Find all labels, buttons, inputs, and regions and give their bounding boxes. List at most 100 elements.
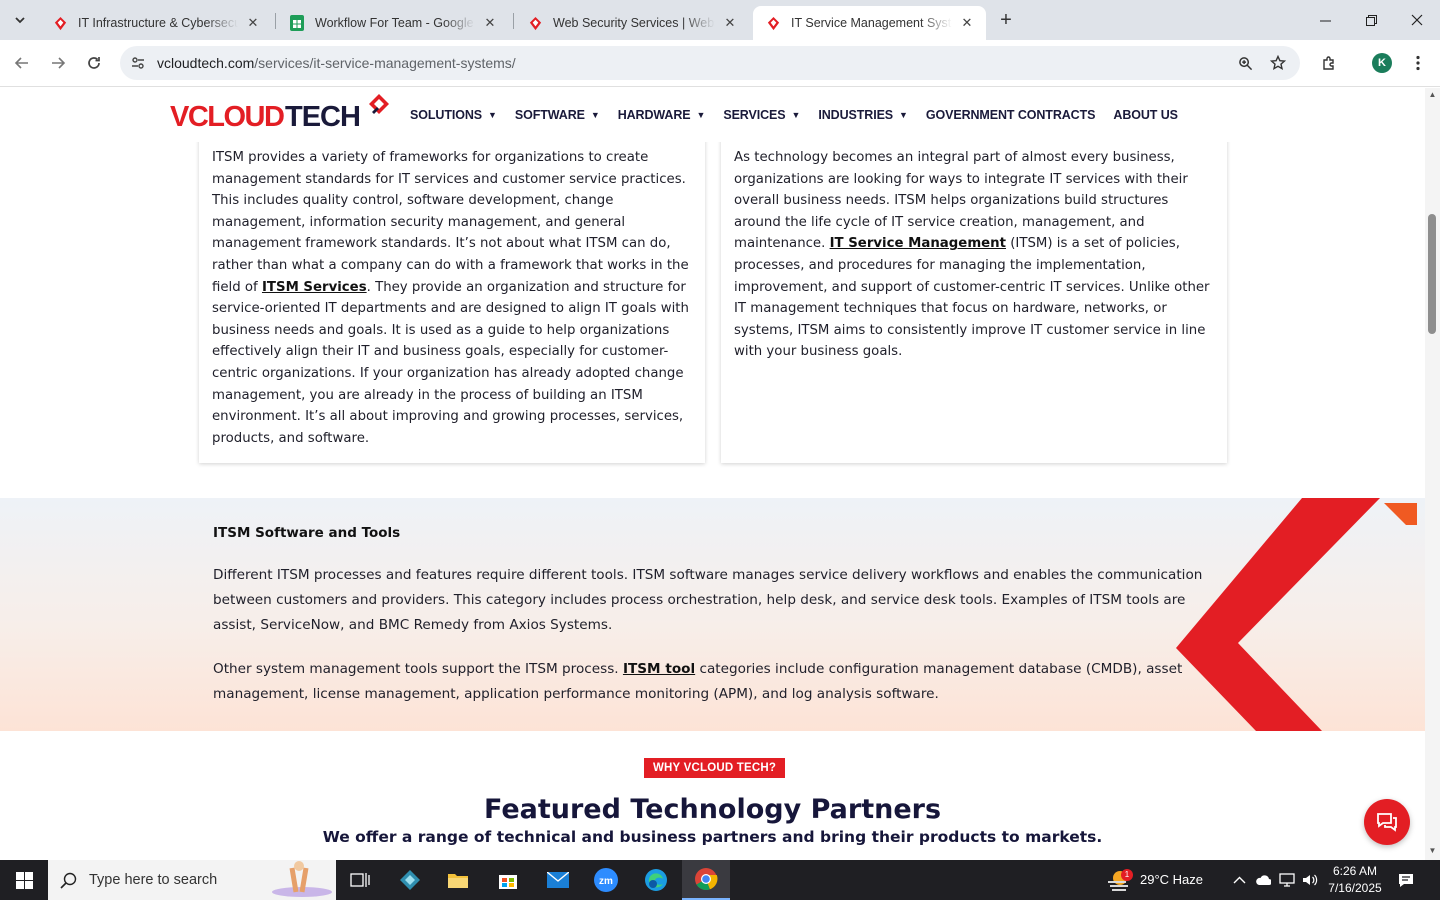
taskbar-zoom[interactable]: zm xyxy=(582,860,630,900)
partners-subtitle: We offer a range of technical and busine… xyxy=(322,828,1103,846)
reload-button[interactable] xyxy=(80,49,108,77)
partners-title: Featured Technology Partners xyxy=(483,794,942,825)
caret-down-icon: ▼ xyxy=(488,110,497,120)
minimize-button[interactable] xyxy=(1302,0,1348,40)
card-text-part: ITSM provides a variety of frameworks fo… xyxy=(212,150,689,295)
close-tab-icon[interactable]: ✕ xyxy=(244,14,262,32)
close-window-button[interactable] xyxy=(1394,0,1440,40)
arrow-right-icon xyxy=(52,57,66,69)
tab-itsm-active[interactable]: IT Service Management Systems ✕ xyxy=(753,6,986,40)
nav-label: SOFTWARE xyxy=(514,108,585,122)
close-tab-icon[interactable]: ✕ xyxy=(958,14,976,32)
bookmark-star-icon[interactable] xyxy=(1268,53,1288,73)
restore-icon xyxy=(1365,14,1377,26)
taskbar-search-box[interactable]: Type here to search xyxy=(48,860,336,900)
tab-it-infrastructure[interactable]: IT Infrastructure & Cybersecurity ✕ xyxy=(40,6,272,40)
url-path: /services/it-service-management-systems/ xyxy=(254,55,516,71)
card-text: ITSM provides a variety of frameworks fo… xyxy=(212,147,694,449)
site-logo[interactable]: VCLOUD TECH xyxy=(168,92,393,136)
nav-label: SERVICES xyxy=(723,108,786,122)
search-placeholder: Type here to search xyxy=(89,872,218,888)
taskbar-clock[interactable]: 6:26 AM 7/16/2025 xyxy=(1326,863,1384,897)
start-button[interactable] xyxy=(0,860,48,900)
close-tab-icon[interactable]: ✕ xyxy=(481,14,499,32)
scroll-up-arrow-icon[interactable]: ▲ xyxy=(1428,90,1437,99)
task-view-button[interactable] xyxy=(336,860,384,900)
tab-search-button[interactable] xyxy=(6,6,34,34)
close-icon xyxy=(1411,14,1423,26)
section-heading: ITSM Software and Tools xyxy=(213,525,401,541)
logo-diamond-icon xyxy=(369,94,389,114)
minimize-icon xyxy=(1319,20,1331,21)
main-navigation: SOLUTIONS ▼ SOFTWARE ▼ HARDWARE ▼ SERVICES ▼… xyxy=(410,108,1196,122)
itsm-overview-card: As technology becomes an integral part o… xyxy=(721,128,1227,463)
tab-google-sheets[interactable]: Workflow For Team - Google Sheets ✕ xyxy=(277,6,509,40)
nav-software[interactable]: SOFTWARE ▼ xyxy=(515,108,600,122)
tab-title: IT Infrastructure & Cybersecurity xyxy=(78,16,238,30)
forward-button[interactable] xyxy=(44,49,72,77)
network-icon[interactable] xyxy=(1279,872,1295,888)
new-tab-button[interactable]: + xyxy=(994,8,1018,32)
taskbar-file-explorer[interactable] xyxy=(434,860,482,900)
nav-about-us[interactable]: ABOUT US xyxy=(1113,108,1178,122)
nav-government-contracts[interactable]: GOVERNMENT CONTRACTS xyxy=(926,108,1096,122)
task-view-icon xyxy=(350,873,370,887)
tab-separator xyxy=(275,13,276,29)
back-button[interactable] xyxy=(8,49,36,77)
nav-solutions[interactable]: SOLUTIONS ▼ xyxy=(410,108,497,122)
address-bar[interactable]: vcloudtech.com/services/it-service-manag… xyxy=(120,46,1300,80)
site-info-icon[interactable] xyxy=(128,53,148,73)
profile-avatar[interactable]: K xyxy=(1372,53,1392,73)
caret-down-icon: ▼ xyxy=(590,110,600,120)
it-service-management-link[interactable]: IT Service Management xyxy=(830,236,1006,251)
scrollbar-thumb[interactable] xyxy=(1428,214,1436,334)
why-vcloud-badge: WHY VCLOUD TECH? xyxy=(644,758,786,778)
taskbar-mail[interactable] xyxy=(534,860,582,900)
chat-widget-button[interactable] xyxy=(1364,799,1410,845)
chevron-down-icon xyxy=(15,17,25,24)
tab-web-security[interactable]: Web Security Services | Website ✕ xyxy=(515,6,749,40)
nav-services[interactable]: SERVICES ▼ xyxy=(723,108,800,122)
nav-industries[interactable]: INDUSTRIES ▼ xyxy=(818,108,908,122)
plus-icon: + xyxy=(1000,8,1012,31)
vcloud-logo-icon xyxy=(527,15,543,31)
tab-title: IT Service Management Systems xyxy=(791,16,952,30)
logo-text-tech: TECH xyxy=(285,101,360,133)
card-text-part: . They provide an organization and struc… xyxy=(212,279,689,446)
volume-icon[interactable] xyxy=(1302,872,1318,888)
page-scrollbar[interactable] xyxy=(1425,88,1440,860)
weather-notification-badge: 1 xyxy=(1121,869,1133,881)
tools-paragraph-2: Other system management tools support th… xyxy=(213,657,1203,707)
chevron-up-icon[interactable] xyxy=(1231,872,1247,888)
itsm-tool-link[interactable]: ITSM tool xyxy=(623,661,695,677)
page-viewport: VCLOUD TECH SOLUTIONS ▼ SOFTWARE ▼ HARDWAR… xyxy=(0,88,1425,860)
nav-label: GOVERNMENT CONTRACTS xyxy=(925,108,1096,122)
google-sheets-icon xyxy=(289,15,305,31)
mail-envelope-icon xyxy=(547,872,569,888)
taskbar-app-kite[interactable] xyxy=(386,860,434,900)
close-tab-icon[interactable]: ✕ xyxy=(721,14,739,32)
taskbar-chrome[interactable] xyxy=(682,860,730,900)
nav-label: SOLUTIONS xyxy=(410,108,483,122)
diamond-app-icon xyxy=(400,870,420,890)
folder-icon xyxy=(448,874,468,888)
zoom-icon[interactable] xyxy=(1235,53,1255,73)
extensions-button[interactable] xyxy=(1315,49,1343,77)
scroll-down-arrow-icon[interactable]: ▼ xyxy=(1428,846,1437,855)
tab-title: Web Security Services | Website xyxy=(553,16,715,30)
url-host: vcloudtech.com xyxy=(157,55,255,71)
weather-text[interactable]: 29°C Haze xyxy=(1140,872,1203,887)
taskbar-microsoft-store[interactable] xyxy=(484,860,532,900)
nav-hardware[interactable]: HARDWARE ▼ xyxy=(618,108,706,122)
itsm-services-link[interactable]: ITSM Services xyxy=(262,280,367,295)
itsm-tools-section: ITSM Software and Tools Different ITSM p… xyxy=(0,498,1425,731)
onedrive-cloud-icon[interactable] xyxy=(1255,872,1271,888)
taskbar-edge[interactable] xyxy=(632,860,680,900)
chrome-browser-icon xyxy=(695,868,718,890)
restore-button[interactable] xyxy=(1348,0,1394,40)
notification-center-icon[interactable] xyxy=(1398,872,1414,888)
paragraph-part: Other system management tools support th… xyxy=(213,661,623,677)
browser-menu-button[interactable] xyxy=(1404,49,1432,77)
card-text-part: (ITSM) is a set of policies, processes, … xyxy=(734,236,1210,360)
edge-browser-icon xyxy=(645,869,667,891)
